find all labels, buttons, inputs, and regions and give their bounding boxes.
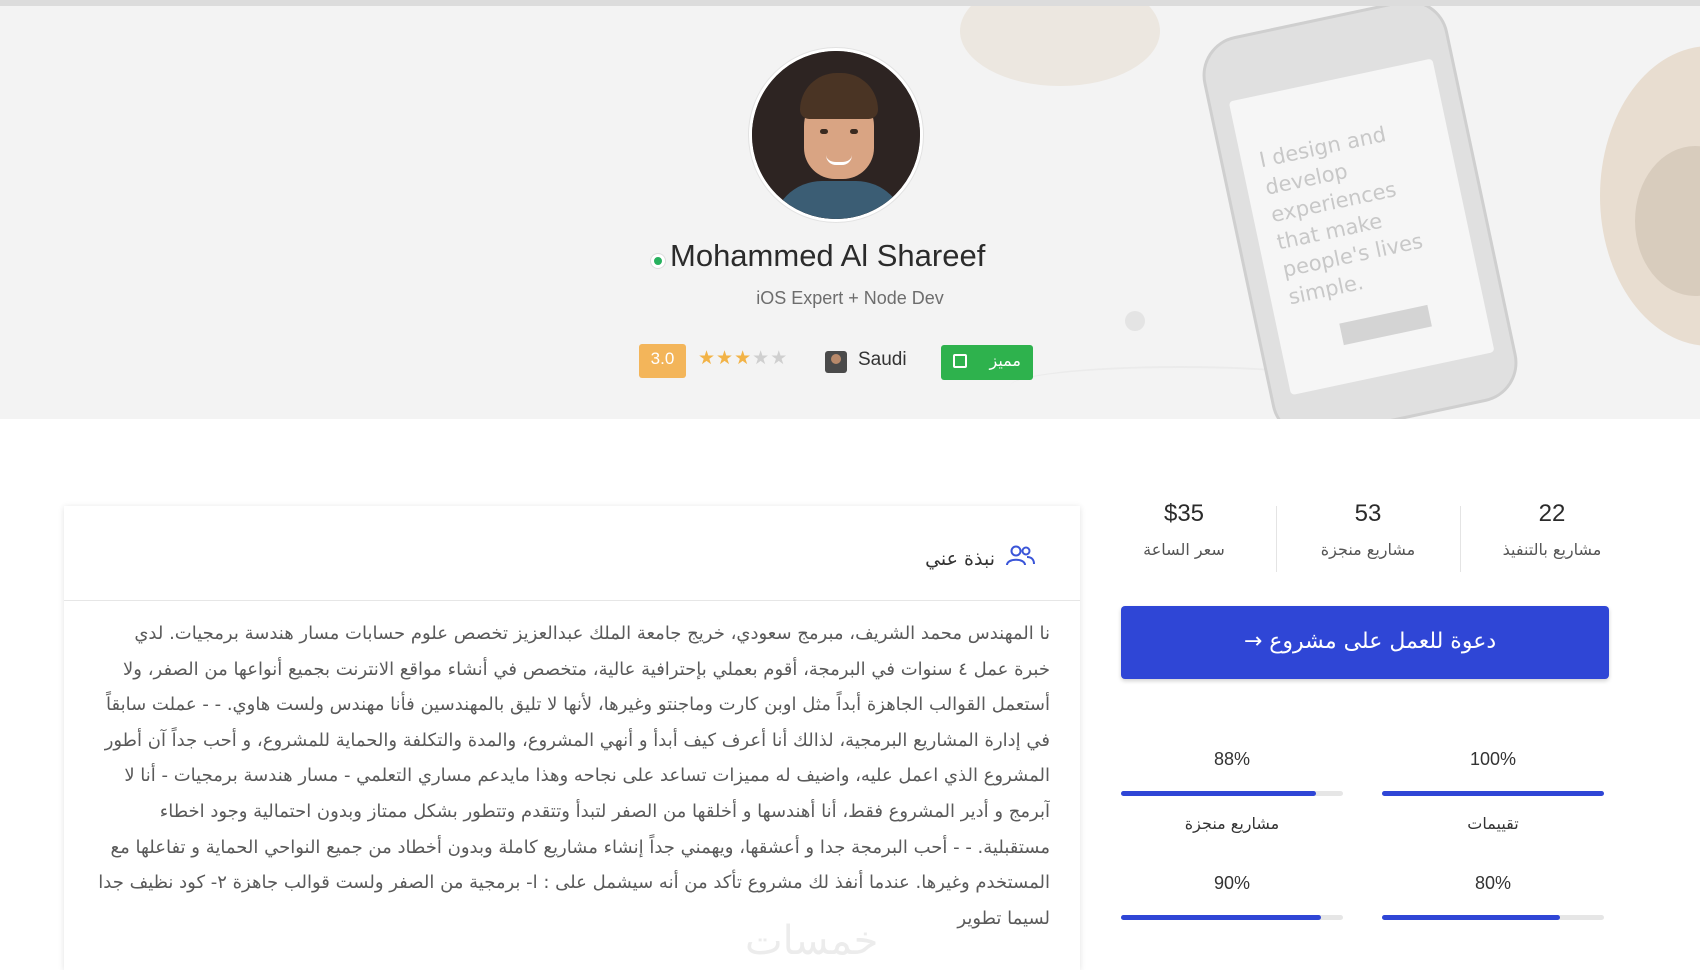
metric-label: مشاريع منجزة <box>1184 814 1280 833</box>
site-watermark: خمسات <box>745 918 879 964</box>
about-text: نا المهندس محمد الشريف، مبرمج سعودي، خري… <box>98 623 1050 929</box>
country-label: Saudi <box>858 349 907 370</box>
metric-bar <box>1382 915 1604 920</box>
metric-percent: 90% <box>1213 873 1251 893</box>
cover-decoration <box>960 6 1160 86</box>
metric-4: 90% <box>1121 873 1343 920</box>
metric-percent: 100% <box>1469 749 1517 769</box>
star-filled-icon: ★ <box>716 347 735 369</box>
featured-label: مميز <box>989 351 1021 370</box>
metric-percent: 88% <box>1213 749 1251 769</box>
star-empty-icon: ★ <box>752 347 771 369</box>
metric-bar <box>1121 915 1343 920</box>
about-header: نبذة عني <box>64 506 1080 601</box>
rating-badge: 3.0 <box>639 344 686 378</box>
stat-value: 53 <box>1354 500 1382 527</box>
divider <box>1276 506 1277 572</box>
metric-label: تقييمات <box>1467 814 1519 833</box>
metric-completed-projects: 88% مشاريع منجزة <box>1121 749 1343 833</box>
check-square-icon <box>953 354 967 368</box>
stat-value: $35 <box>1163 500 1205 527</box>
stat-hourly-rate: $35 سعر الساعة <box>1094 500 1274 559</box>
metric-3: 80% <box>1382 873 1604 920</box>
metric-ratings: 100% تقييمات <box>1382 749 1604 833</box>
profile-subtitle: iOS Expert + Node Dev <box>756 288 944 308</box>
invite-button-label: دعوة للعمل على مشروع <box>1269 629 1497 654</box>
cover-phone-image: I design and develop experiences that ma… <box>1195 6 1525 419</box>
stat-label: سعر الساعة <box>1143 540 1225 559</box>
stat-label: مشاريع منجزة <box>1320 540 1416 559</box>
metric-bar <box>1382 791 1604 796</box>
star-empty-icon: ★ <box>770 347 789 369</box>
users-icon <box>1006 545 1035 566</box>
metric-bar <box>1121 791 1343 796</box>
about-title: نبذة عني <box>925 548 995 570</box>
rating-stars: ★★★★★ <box>698 347 788 369</box>
invite-to-project-button[interactable]: دعوة للعمل على مشروع → <box>1121 606 1609 679</box>
arrow-right-icon: → <box>1243 629 1263 654</box>
star-filled-icon: ★ <box>698 347 717 369</box>
star-filled-icon: ★ <box>734 347 753 369</box>
phone-screen-text: I design and develop experiences that ma… <box>1257 122 1425 310</box>
stat-label: مشاريع بالتنفيذ <box>1502 540 1602 559</box>
divider <box>1460 506 1461 572</box>
cover-decoration <box>1125 311 1145 331</box>
online-status-icon <box>651 254 665 268</box>
stat-completed: 53 مشاريع منجزة <box>1278 500 1458 559</box>
stat-in-progress: 22 مشاريع بالتنفيذ <box>1462 500 1642 559</box>
metric-percent: 80% <box>1474 873 1512 893</box>
about-card: نبذة عني نا المهندس محمد الشريف، مبرمج س… <box>64 506 1080 970</box>
profile-name: Mohammed Al Shareef <box>670 238 986 273</box>
avatar[interactable] <box>749 48 923 222</box>
country-flag-icon <box>825 351 847 373</box>
stat-value: 22 <box>1538 500 1566 527</box>
featured-badge: مميز <box>941 345 1033 380</box>
